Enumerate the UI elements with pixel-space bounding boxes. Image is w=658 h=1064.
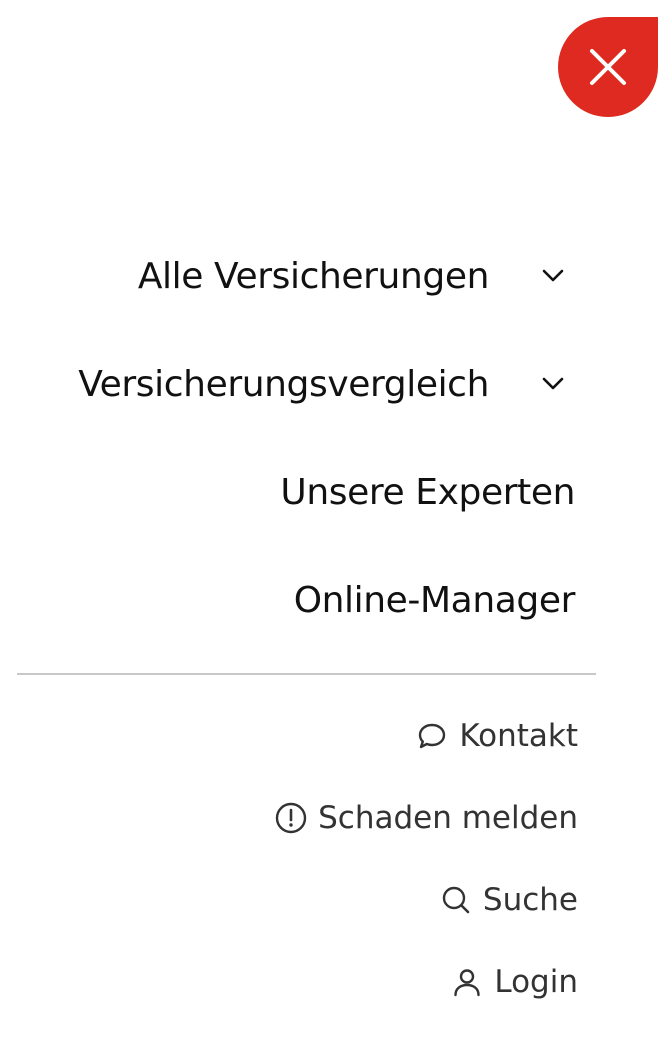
close-icon xyxy=(590,49,626,85)
nav-item-alle-versicherungen[interactable]: Alle Versicherungen xyxy=(0,222,575,330)
nav-item-versicherungsvergleich[interactable]: Versicherungsvergleich xyxy=(0,330,575,438)
service-item-schaden-melden[interactable]: Schaden melden xyxy=(0,777,578,859)
chevron-down-icon[interactable] xyxy=(541,264,565,288)
nav-item-label: Online-Manager xyxy=(293,579,576,621)
service-item-suche[interactable]: Suche xyxy=(0,859,578,941)
nav-item-label: Alle Versicherungen xyxy=(137,255,490,297)
user-icon xyxy=(450,965,484,999)
service-item-label: Kontakt xyxy=(459,718,578,754)
chat-bubble-icon xyxy=(415,719,449,753)
service-item-login[interactable]: Login xyxy=(0,941,578,1023)
service-item-kontakt[interactable]: Kontakt xyxy=(0,695,578,777)
chevron-down-icon[interactable] xyxy=(541,372,565,396)
main-navigation: Alle Versicherungen Versicherungsverglei… xyxy=(0,222,575,654)
close-button[interactable] xyxy=(558,17,658,117)
mobile-menu: Alle Versicherungen Versicherungsverglei… xyxy=(0,0,658,1064)
service-item-label: Login xyxy=(494,964,578,1000)
service-item-label: Suche xyxy=(482,882,578,918)
service-navigation: Kontakt Schaden melden Suche Login xyxy=(0,695,578,1023)
nav-item-unsere-experten[interactable]: Unsere Experten xyxy=(0,438,575,546)
exclamation-circle-icon xyxy=(274,801,308,835)
search-icon xyxy=(439,883,473,917)
divider xyxy=(17,673,596,675)
service-item-label: Schaden melden xyxy=(318,800,578,836)
nav-item-label: Versicherungsvergleich xyxy=(78,363,489,405)
nav-item-online-manager[interactable]: Online-Manager xyxy=(0,546,576,654)
nav-item-label: Unsere Experten xyxy=(280,471,575,513)
